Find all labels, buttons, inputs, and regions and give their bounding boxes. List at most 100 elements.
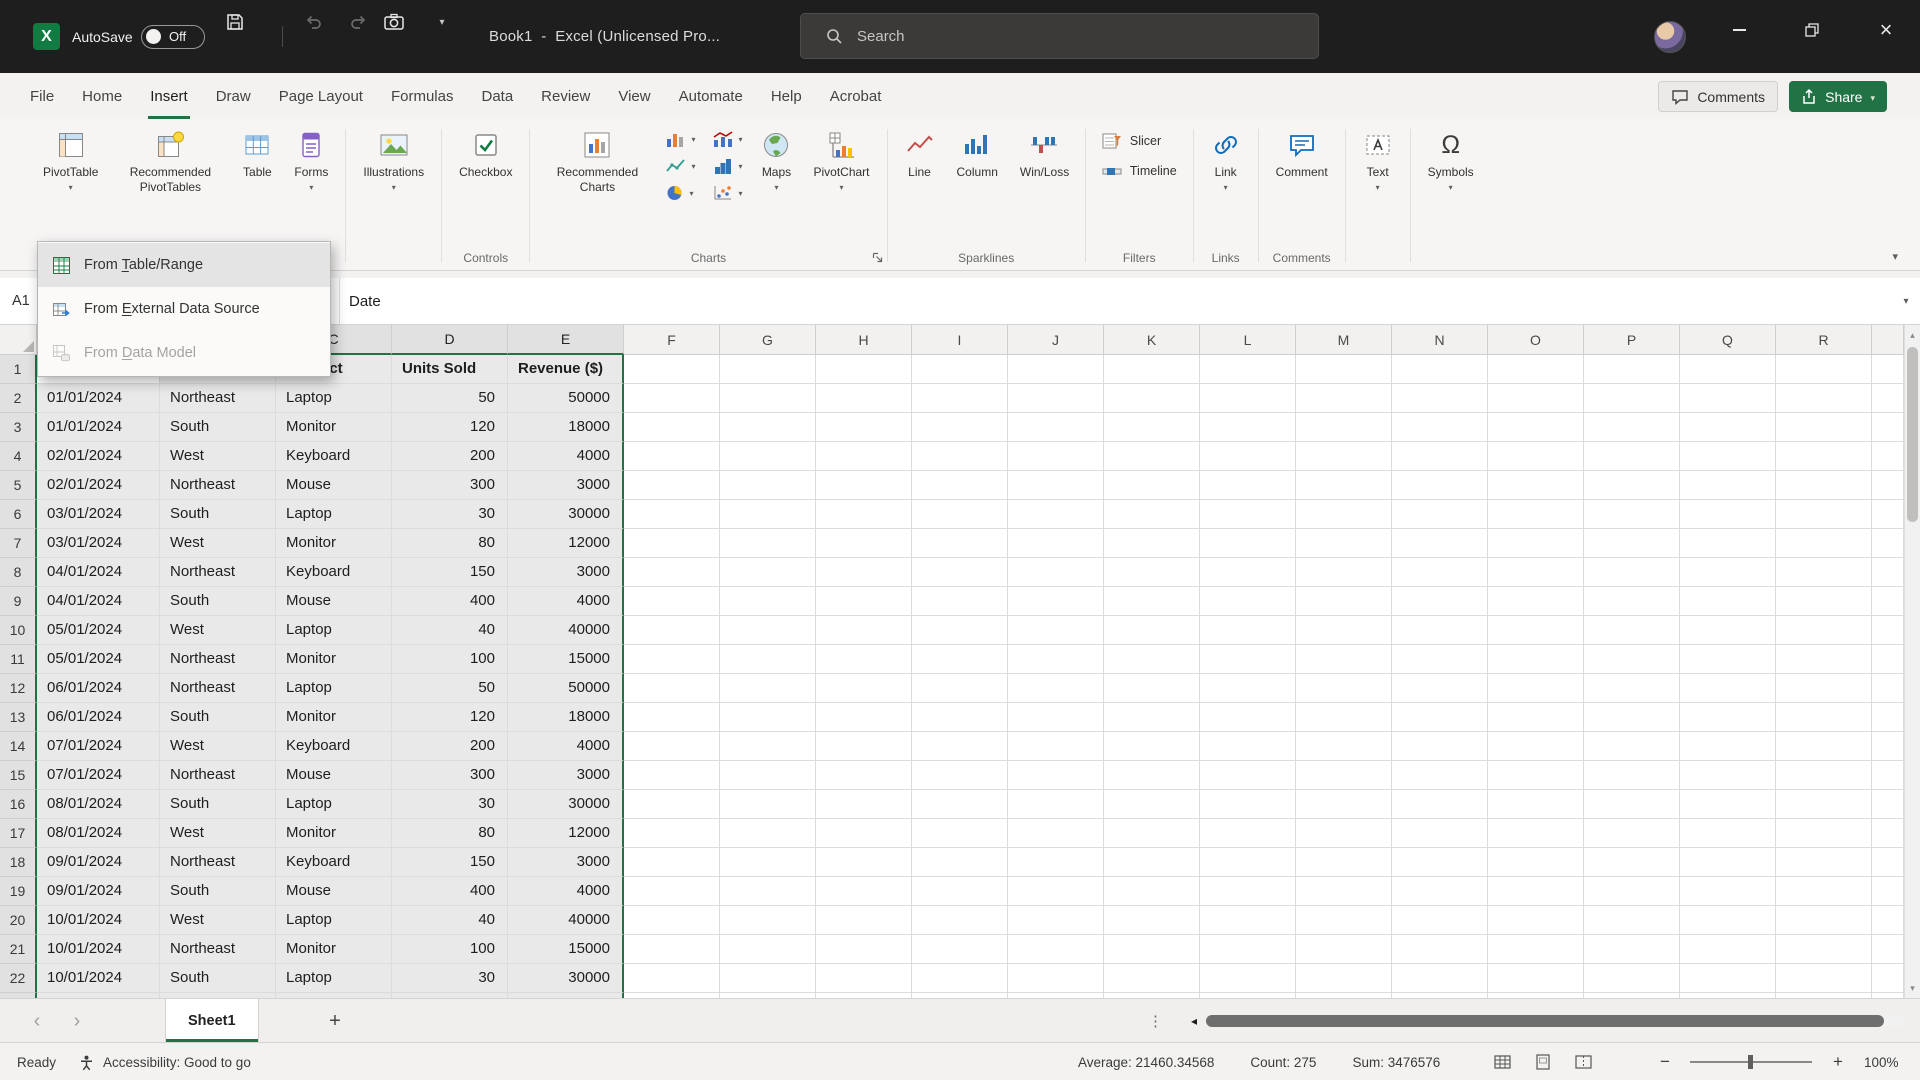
cell-L22[interactable] — [1200, 964, 1296, 993]
cell-B2[interactable]: Northeast — [160, 384, 276, 413]
cell-O10[interactable] — [1488, 616, 1584, 645]
cell-L3[interactable] — [1200, 413, 1296, 442]
row-header-21[interactable]: 21 — [0, 935, 37, 964]
cell-C21[interactable]: Monitor — [276, 935, 392, 964]
cell-M2[interactable] — [1296, 384, 1392, 413]
column-header-p[interactable]: P — [1584, 325, 1680, 355]
cell-A9[interactable]: 04/01/2024 — [37, 587, 160, 616]
ribbon-tab-page-layout[interactable]: Page Layout — [265, 73, 377, 119]
cell-O9[interactable] — [1488, 587, 1584, 616]
cell-P22[interactable] — [1584, 964, 1680, 993]
cell-J19[interactable] — [1008, 877, 1104, 906]
formula-bar-expand-button[interactable]: ▾ — [1892, 296, 1920, 307]
cell-M11[interactable] — [1296, 645, 1392, 674]
cell-G8[interactable] — [720, 558, 816, 587]
cell-P9[interactable] — [1584, 587, 1680, 616]
insert-histogram-chart-button[interactable]: ▾ — [713, 158, 742, 174]
cell-B16[interactable]: South — [160, 790, 276, 819]
ribbon-tab-draw[interactable]: Draw — [202, 73, 265, 119]
cell-B9[interactable]: South — [160, 587, 276, 616]
cell-B3[interactable]: South — [160, 413, 276, 442]
minimize-button[interactable] — [1710, 0, 1768, 60]
sparkline-line-button[interactable]: Line — [898, 121, 942, 180]
cell-A8[interactable]: 04/01/2024 — [37, 558, 160, 587]
cell-G18[interactable] — [720, 848, 816, 877]
cell-P19[interactable] — [1584, 877, 1680, 906]
cell-P14[interactable] — [1584, 732, 1680, 761]
cell-E22[interactable]: 30000 — [508, 964, 624, 993]
cell-B5[interactable]: Northeast — [160, 471, 276, 500]
cell-M13[interactable] — [1296, 703, 1392, 732]
cell-K7[interactable] — [1104, 529, 1200, 558]
scroll-left-arrow[interactable]: ◂ — [1184, 1011, 1204, 1031]
cell-H22[interactable] — [816, 964, 912, 993]
cell-F5[interactable] — [624, 471, 720, 500]
cell-G10[interactable] — [720, 616, 816, 645]
cell-R18[interactable] — [1776, 848, 1872, 877]
cell-B7[interactable]: West — [160, 529, 276, 558]
cell-B14[interactable]: West — [160, 732, 276, 761]
cell-Q13[interactable] — [1680, 703, 1776, 732]
cell-L5[interactable] — [1200, 471, 1296, 500]
cell-P20[interactable] — [1584, 906, 1680, 935]
cell-R1[interactable] — [1776, 355, 1872, 384]
cell-K6[interactable] — [1104, 500, 1200, 529]
row-header-16[interactable]: 16 — [0, 790, 37, 819]
cell-D20[interactable]: 40 — [392, 906, 508, 935]
cell-Q12[interactable] — [1680, 674, 1776, 703]
cell-D18[interactable]: 150 — [392, 848, 508, 877]
cell-J8[interactable] — [1008, 558, 1104, 587]
cell-Q11[interactable] — [1680, 645, 1776, 674]
cell-G3[interactable] — [720, 413, 816, 442]
cell-F20[interactable] — [624, 906, 720, 935]
cell-L8[interactable] — [1200, 558, 1296, 587]
cell-I22[interactable] — [912, 964, 1008, 993]
cell-B17[interactable]: West — [160, 819, 276, 848]
cell-O1[interactable] — [1488, 355, 1584, 384]
cell-R3[interactable] — [1776, 413, 1872, 442]
cell-H15[interactable] — [816, 761, 912, 790]
ribbon-tab-help[interactable]: Help — [757, 73, 816, 119]
cell-J18[interactable] — [1008, 848, 1104, 877]
cell-K14[interactable] — [1104, 732, 1200, 761]
cell-H21[interactable] — [816, 935, 912, 964]
cell-B12[interactable]: Northeast — [160, 674, 276, 703]
cell-I15[interactable] — [912, 761, 1008, 790]
cell-O4[interactable] — [1488, 442, 1584, 471]
cell-Q16[interactable] — [1680, 790, 1776, 819]
cell-L6[interactable] — [1200, 500, 1296, 529]
cell-J11[interactable] — [1008, 645, 1104, 674]
cell-R5[interactable] — [1776, 471, 1872, 500]
cell-A3[interactable]: 01/01/2024 — [37, 413, 160, 442]
cell-Q5[interactable] — [1680, 471, 1776, 500]
symbols-button[interactable]: Ω Symbols ▾ — [1421, 121, 1481, 192]
cell-P5[interactable] — [1584, 471, 1680, 500]
autosave-toggle[interactable]: Off — [141, 0, 205, 73]
cell-Q6[interactable] — [1680, 500, 1776, 529]
zoom-out-button[interactable]: − — [1660, 1043, 1670, 1080]
cell-L12[interactable] — [1200, 674, 1296, 703]
cell-C10[interactable]: Laptop — [276, 616, 392, 645]
cell-M14[interactable] — [1296, 732, 1392, 761]
cell-O11[interactable] — [1488, 645, 1584, 674]
cell-I8[interactable] — [912, 558, 1008, 587]
cell-R15[interactable] — [1776, 761, 1872, 790]
cell-Q7[interactable] — [1680, 529, 1776, 558]
cell-Q10[interactable] — [1680, 616, 1776, 645]
cell-E8[interactable]: 3000 — [508, 558, 624, 587]
cell-E12[interactable]: 50000 — [508, 674, 624, 703]
cell-O5[interactable] — [1488, 471, 1584, 500]
cell-P15[interactable] — [1584, 761, 1680, 790]
cell-E5[interactable]: 3000 — [508, 471, 624, 500]
cell-G20[interactable] — [720, 906, 816, 935]
cell-A15[interactable]: 07/01/2024 — [37, 761, 160, 790]
cell-M17[interactable] — [1296, 819, 1392, 848]
cell-O3[interactable] — [1488, 413, 1584, 442]
cell-N6[interactable] — [1392, 500, 1488, 529]
row-header-8[interactable]: 8 — [0, 558, 37, 587]
row-header-22[interactable]: 22 — [0, 964, 37, 993]
cell-C3[interactable]: Monitor — [276, 413, 392, 442]
cell-K13[interactable] — [1104, 703, 1200, 732]
cell-G15[interactable] — [720, 761, 816, 790]
cell-Q15[interactable] — [1680, 761, 1776, 790]
